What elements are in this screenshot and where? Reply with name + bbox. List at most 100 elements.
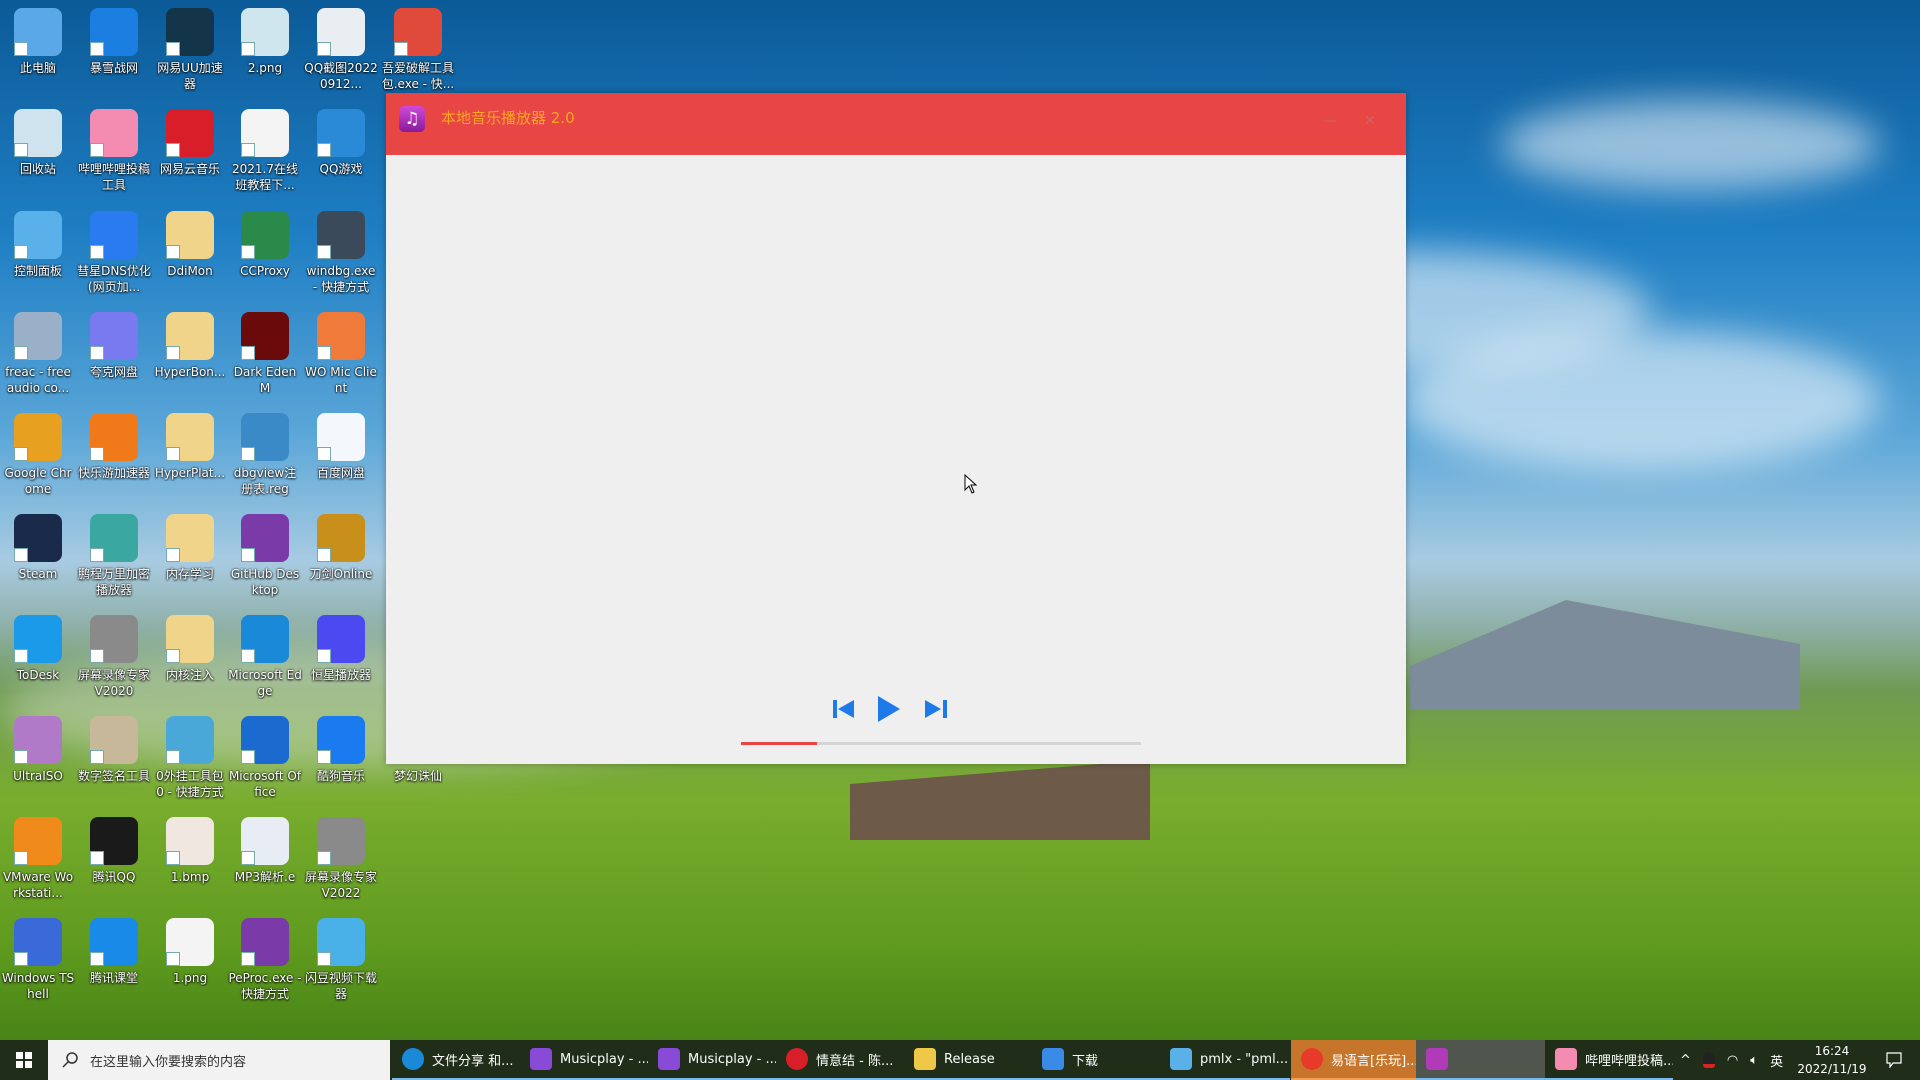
eyuyan-icon xyxy=(1301,1048,1323,1070)
search-icon xyxy=(62,1052,78,1068)
desktop-icon[interactable]: 屏幕录像专家V2022 xyxy=(303,809,379,910)
taskbar-item[interactable]: pmlx - "pml... xyxy=(1160,1040,1290,1080)
desktop-icon[interactable]: 2.png xyxy=(227,0,303,101)
desktop-icon[interactable]: DdiMon xyxy=(152,203,228,304)
desktop-app-icon xyxy=(90,514,138,562)
desktop-app-icon xyxy=(317,211,365,259)
desktop-icon[interactable]: 酷狗音乐 xyxy=(303,708,379,809)
desktop-icon[interactable]: MP3解析.e xyxy=(227,809,303,910)
desktop-icon[interactable]: 百度网盘 xyxy=(303,405,379,506)
desktop-icon-label: 0外挂工具包0 - 快捷方式 xyxy=(156,769,224,799)
desktop-icon[interactable]: 快乐游加速器 xyxy=(76,405,152,506)
desktop-icon[interactable]: VMware Workstati... xyxy=(0,809,76,910)
desktop-icon[interactable]: Google Chrome xyxy=(0,405,76,506)
taskbar: 在这里输入你要搜索的内容 文件分享 和... Musicplay - ... Mus… xyxy=(0,1040,1920,1080)
desktop-app-icon xyxy=(14,918,62,966)
folder-icon xyxy=(914,1048,936,1070)
desktop-icon[interactable]: UltraISO xyxy=(0,708,76,809)
taskbar-item[interactable]: 情意结 - 陈... xyxy=(776,1040,904,1080)
desktop-icon[interactable]: 1.bmp xyxy=(152,809,228,910)
desktop-icon[interactable]: 夸克网盘 xyxy=(76,304,152,405)
desktop-icon[interactable]: windbg.exe - 快捷方式 xyxy=(303,203,379,304)
input-method-indicator[interactable]: 英 xyxy=(1770,1051,1783,1070)
desktop-icon[interactable]: 彗星DNS优化(网页加... xyxy=(76,203,152,304)
desktop-icon[interactable]: 控制面板 xyxy=(0,203,76,304)
title-bar[interactable]: ♫ 本地音乐播放器 2.0 — ✕ xyxy=(386,93,1406,155)
taskbar-item[interactable]: Musicplay - ... xyxy=(520,1040,648,1080)
desktop-icon[interactable]: PeProc.exe - 快捷方式 xyxy=(227,910,303,1011)
desktop-icon[interactable]: freac - free audio co... xyxy=(0,304,76,405)
desktop-icon[interactable]: Steam xyxy=(0,506,76,607)
desktop-icon[interactable]: QQ截图20220912... xyxy=(303,0,379,101)
desktop-app-icon xyxy=(166,413,214,461)
desktop-icon[interactable]: 哔哩哔哩投稿工具 xyxy=(76,101,152,202)
desktop-app-icon xyxy=(317,918,365,966)
desktop-icon[interactable]: 内核注入 xyxy=(152,607,228,708)
desktop-icon[interactable]: Windows TShell xyxy=(0,910,76,1011)
taskbar-item[interactable] xyxy=(1416,1040,1545,1080)
desktop-icon[interactable]: HyperBon... xyxy=(152,304,228,405)
desktop-icon[interactable]: 数字签名工具 xyxy=(76,708,152,809)
desktop-app-icon xyxy=(14,615,62,663)
desktop-icon[interactable]: 鹏程万里加密播放器 xyxy=(76,506,152,607)
desktop-icon[interactable]: Microsoft Edge xyxy=(227,607,303,708)
desktop-icon[interactable]: 暴雪战网 xyxy=(76,0,152,101)
desktop-icon[interactable]: 网易UU加速器 xyxy=(152,0,228,101)
desktop-icon-label: DdiMon xyxy=(167,264,213,278)
desktop-icon[interactable]: dbgview注册表.reg xyxy=(227,405,303,506)
visual-studio-icon xyxy=(530,1048,552,1070)
desktop-icon-label: 夸克网盘 xyxy=(89,365,138,379)
playback-controls xyxy=(386,691,1406,727)
desktop-icon[interactable]: HyperPlat... xyxy=(152,405,228,506)
qq-tray-icon[interactable] xyxy=(1702,1052,1715,1068)
desktop-icon-label: 彗星DNS优化(网页加... xyxy=(77,264,151,294)
desktop-icon[interactable]: QQ游戏 xyxy=(303,101,379,202)
desktop-icon[interactable]: WO Mic Client xyxy=(303,304,379,405)
desktop-app-icon xyxy=(317,514,365,562)
desktop-icon-label: 暴雪战网 xyxy=(89,61,138,75)
taskbar-item[interactable]: 易语言[乐玩]... xyxy=(1291,1040,1416,1080)
skip-previous-icon xyxy=(833,700,854,718)
clock-time: 16:24 xyxy=(1814,1044,1850,1058)
desktop-icon[interactable]: CCProxy xyxy=(227,203,303,304)
desktop-icon[interactable]: 2021.7在线班教程下... xyxy=(227,101,303,202)
desktop-icon[interactable]: ToDesk xyxy=(0,607,76,708)
desktop-app-icon xyxy=(14,8,62,56)
desktop-icon[interactable]: 吾爱破解工具包.exe - 快... xyxy=(380,0,456,101)
desktop-icon[interactable]: 腾讯QQ xyxy=(76,809,152,910)
taskbar-item[interactable]: 下载 xyxy=(1032,1040,1160,1080)
desktop-icon[interactable]: 网易云音乐 xyxy=(152,101,228,202)
previous-button[interactable] xyxy=(828,691,860,727)
desktop-icon[interactable]: 1.png xyxy=(152,910,228,1011)
close-button[interactable]: ✕ xyxy=(1358,111,1382,131)
desktop-icon[interactable]: 闪豆视频下载器 xyxy=(303,910,379,1011)
taskbar-search-box[interactable]: 在这里输入你要搜索的内容 xyxy=(48,1040,390,1080)
desktop-icon[interactable]: Microsoft Office xyxy=(227,708,303,809)
desktop-icon[interactable]: 此电脑 xyxy=(0,0,76,101)
start-button[interactable] xyxy=(0,1040,48,1080)
desktop-icon[interactable]: GitHub Desktop xyxy=(227,506,303,607)
desktop-icon[interactable]: 0外挂工具包0 - 快捷方式 xyxy=(152,708,228,809)
desktop-icon[interactable]: 恒星播放器 xyxy=(303,607,379,708)
desktop-app-icon xyxy=(241,211,289,259)
progress-slider[interactable] xyxy=(741,742,1141,745)
system-tray: ^ ◠ 🔈︎ 英 xyxy=(1680,1040,1783,1080)
show-hidden-icons-button[interactable]: ^ xyxy=(1680,1053,1691,1068)
minimize-button[interactable]: — xyxy=(1318,111,1342,131)
notification-center-button[interactable] xyxy=(1874,1040,1914,1080)
wifi-icon[interactable]: ◠ xyxy=(1727,1053,1738,1068)
desktop-icon[interactable]: 刀剑Online xyxy=(303,506,379,607)
desktop-icon[interactable]: 屏幕录像专家V2020 xyxy=(76,607,152,708)
volume-icon[interactable]: 🔈︎ xyxy=(1750,1053,1758,1068)
desktop-icon[interactable]: 腾讯课堂 xyxy=(76,910,152,1011)
taskbar-item[interactable]: Musicplay - ... xyxy=(648,1040,776,1080)
taskbar-item[interactable]: Release xyxy=(904,1040,1032,1080)
clock[interactable]: 16:24 2022/11/19 xyxy=(1792,1042,1872,1078)
taskbar-item[interactable]: 文件分享 和... xyxy=(392,1040,520,1080)
desktop-icon[interactable]: 内存学习 xyxy=(152,506,228,607)
play-button[interactable] xyxy=(873,691,905,727)
desktop-icon[interactable]: Dark Eden M xyxy=(227,304,303,405)
next-button[interactable] xyxy=(920,691,952,727)
desktop-icon[interactable]: 回收站 xyxy=(0,101,76,202)
taskbar-item[interactable]: 哔哩哔哩投稿... xyxy=(1545,1040,1673,1080)
